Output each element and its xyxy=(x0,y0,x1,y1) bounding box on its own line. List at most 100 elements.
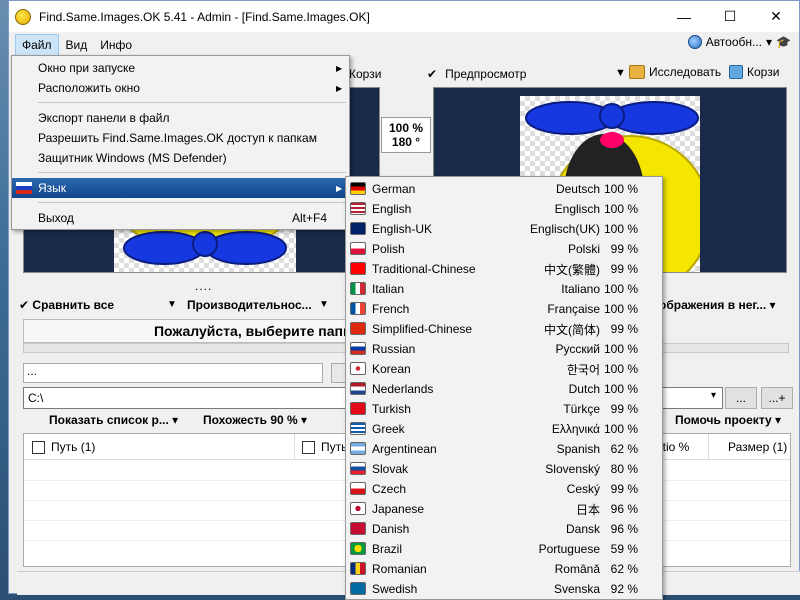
help-project-button[interactable]: Помочь проекту ▾ xyxy=(675,413,781,427)
recycle-icon xyxy=(729,65,743,79)
column-path-1-label: Путь (1) xyxy=(51,440,96,454)
language-name: Argentinean xyxy=(372,442,437,456)
language-item[interactable]: Greek Ελληνικά 100 % xyxy=(346,419,662,439)
language-item[interactable]: Romanian Română 62 % xyxy=(346,559,662,579)
language-item[interactable]: Czech Ceský 99 % xyxy=(346,479,662,499)
translation-percent: 99 % xyxy=(610,262,638,276)
translation-percent: 62 % xyxy=(610,562,638,576)
language-native-name: Română xyxy=(554,562,600,576)
language-name: Nederlands xyxy=(372,382,434,396)
language-item[interactable]: French Française 100 % xyxy=(346,299,662,319)
language-item[interactable]: English Englisch 100 % xyxy=(346,199,662,219)
menu-view[interactable]: Вид xyxy=(60,35,94,55)
language-item[interactable]: Japanese 日本 96 % xyxy=(346,499,662,519)
menu-item-startup-window[interactable]: Окно при запуске ▶ xyxy=(12,58,349,78)
language-native-name: Türkçe xyxy=(563,402,600,416)
performance-dropdown-icon[interactable]: ▼ xyxy=(319,299,329,310)
language-item[interactable]: Korean 한국어 100 % xyxy=(346,359,662,379)
globe-icon xyxy=(687,35,702,49)
images-in-negative-button[interactable]: ображения в нег... ▾ xyxy=(659,298,776,312)
chevron-down-icon: ▾ xyxy=(172,413,179,427)
language-name: German xyxy=(372,182,416,196)
language-name: Russian xyxy=(372,342,416,356)
flag-icon xyxy=(350,462,366,475)
flag-icon xyxy=(350,262,366,275)
zoom-percent: 100 % xyxy=(388,121,424,135)
language-item[interactable]: Swedish Svenska 92 % xyxy=(346,579,662,599)
preview-dropdown-icon[interactable]: ▼ xyxy=(615,67,626,79)
language-item[interactable]: Polish Polski 99 % xyxy=(346,239,662,259)
column-size[interactable]: Размер (1) xyxy=(728,440,787,454)
recycle-right-button[interactable]: Корзи xyxy=(729,65,779,79)
similarity-button[interactable]: Похожесть 90 % ▾ xyxy=(203,413,307,427)
pane-splitter-dots[interactable]: .... xyxy=(195,279,212,293)
info-field: ... xyxy=(23,363,323,383)
menu-item-allow-folder-access[interactable]: Разрешить Find.Same.Images.OK доступ к п… xyxy=(12,128,349,148)
language-item[interactable]: Nederlands Dutch 100 % xyxy=(346,379,662,399)
language-item[interactable]: English-UK Englisch(UK) 100 % xyxy=(346,219,662,239)
help-project-label: Помочь проекту xyxy=(675,413,772,427)
language-item[interactable]: Brazil Portuguese 59 % xyxy=(346,539,662,559)
checkmark-icon: ✔ xyxy=(427,67,438,81)
show-list-button[interactable]: Показать список р... ▾ xyxy=(49,413,178,427)
explore-button[interactable]: Исследовать xyxy=(629,65,721,79)
language-item[interactable]: Slovak Slovenský 80 % xyxy=(346,459,662,479)
column-path-1[interactable]: Путь (1) xyxy=(32,440,95,454)
language-item[interactable]: Simplified-Chinese 中文(简体) 99 % xyxy=(346,319,662,339)
flag-icon xyxy=(350,182,366,195)
language-native-name: 日本 xyxy=(575,502,600,517)
language-native-name: Spanish xyxy=(556,442,600,456)
menu-info[interactable]: Инфо xyxy=(94,35,138,55)
recycle-left-button[interactable]: Корзи xyxy=(349,67,381,81)
menu-item-label: Выход xyxy=(38,211,74,225)
menu-item-exit[interactable]: Выход Alt+F4 xyxy=(12,208,349,228)
translation-percent: 80 % xyxy=(610,462,638,476)
browse-button[interactable]: ... xyxy=(725,387,757,409)
recycle-label: Корзи xyxy=(747,65,780,79)
maximize-button[interactable]: ☐ xyxy=(707,1,753,32)
checkbox[interactable] xyxy=(302,440,315,454)
language-item[interactable]: Traditional-Chinese 中文(繁體) 99 % xyxy=(346,259,662,279)
chevron-down-icon: ▾ xyxy=(301,413,308,427)
language-item[interactable]: Danish Dansk 96 % xyxy=(346,519,662,539)
flag-icon xyxy=(350,282,366,295)
autoupdate-control[interactable]: Автообн... ▾ 🎓 xyxy=(687,35,791,49)
menu-item-windows-defender[interactable]: Защитник Windows (MS Defender) xyxy=(12,148,349,168)
help-cap-icon[interactable]: 🎓 xyxy=(776,35,791,49)
menu-item-arrange-window[interactable]: Расположить окно ▶ xyxy=(12,78,349,98)
column-divider[interactable] xyxy=(708,434,709,460)
performance-button[interactable]: Производительнос... xyxy=(187,298,312,312)
language-item[interactable]: Italian Italiano 100 % xyxy=(346,279,662,299)
flag-icon xyxy=(350,522,366,535)
status-message: Пожалуйста, выберите папк xyxy=(23,319,355,343)
language-native-name: 中文(简体) xyxy=(544,322,600,337)
translation-percent: 96 % xyxy=(610,502,638,516)
submenu-arrow-icon: ▶ xyxy=(336,83,343,93)
menu-separator xyxy=(38,202,346,203)
language-item[interactable]: German Deutsch 100 % xyxy=(346,179,662,199)
menu-item-language[interactable]: Язык ▶ xyxy=(12,178,349,198)
chevron-down-icon: ▾ xyxy=(775,413,782,427)
column-divider[interactable] xyxy=(294,434,295,460)
compare-dropdown-icon[interactable]: ▼ xyxy=(167,299,177,310)
language-native-name: Dansk xyxy=(565,522,600,536)
minimize-button[interactable]: — xyxy=(661,1,707,32)
menu-item-export-panel[interactable]: Экспорт панели в файл xyxy=(12,108,349,128)
flag-icon xyxy=(350,222,366,235)
preview-toggle[interactable]: ✔ Предпросмотр xyxy=(427,67,526,81)
title-bar[interactable]: Find.Same.Images.OK 5.41 - Admin - [Find… xyxy=(9,1,799,32)
menu-item-label: Защитник Windows (MS Defender) xyxy=(38,151,227,165)
close-button[interactable]: ✕ xyxy=(753,1,799,32)
language-item[interactable]: Argentinean Spanish 62 % xyxy=(346,439,662,459)
menu-file[interactable]: Файл xyxy=(15,33,59,56)
folder-icon xyxy=(629,65,645,79)
language-item[interactable]: Russian Русский 100 % xyxy=(346,339,662,359)
checkbox[interactable] xyxy=(32,440,45,454)
language-name: Swedish xyxy=(372,582,418,596)
language-item[interactable]: Turkish Türkçe 99 % xyxy=(346,399,662,419)
browse-add-button[interactable]: ...+ xyxy=(761,387,793,409)
compare-all-button[interactable]: ✔ Сравнить все xyxy=(19,298,114,312)
language-name: Greek xyxy=(372,422,405,436)
path-dropdown-icon[interactable]: ▾ xyxy=(711,390,716,401)
flag-icon xyxy=(350,542,366,555)
